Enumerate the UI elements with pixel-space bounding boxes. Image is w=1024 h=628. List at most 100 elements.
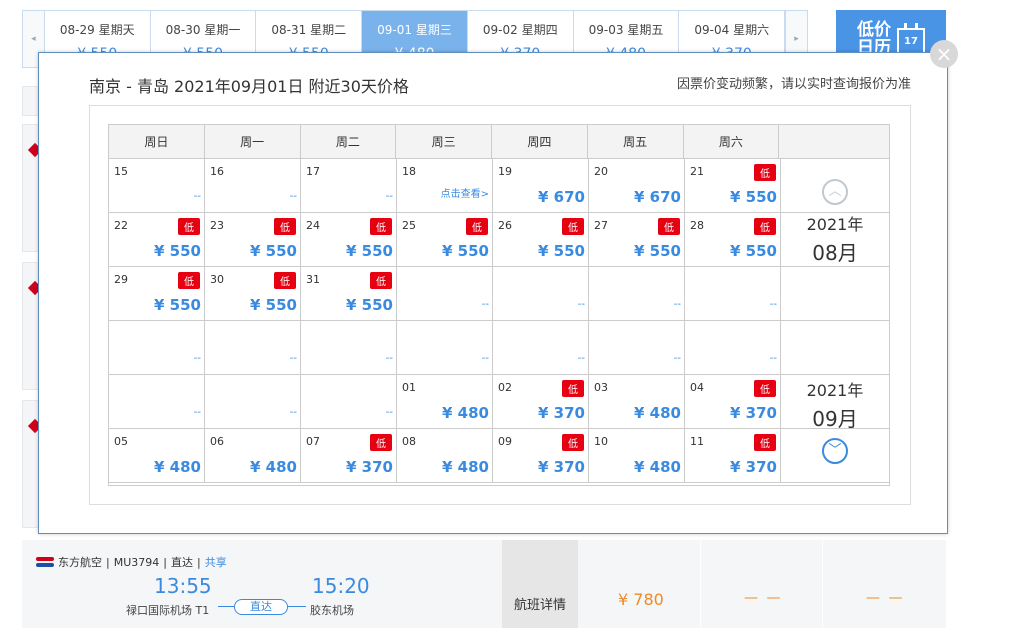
- calendar-day-cell[interactable]: 25 低 ¥ 550: [397, 213, 493, 266]
- calendar-day-cell[interactable]: 11 低 ¥ 370: [685, 429, 781, 482]
- date-tab-label: 08-29 星期天: [59, 23, 135, 37]
- calendar-day-cell: --: [109, 375, 205, 428]
- day-price[interactable]: ¥ 550: [154, 242, 201, 260]
- day-price[interactable]: ¥ 370: [346, 458, 393, 476]
- calendar-day-cell[interactable]: 19 ¥ 670: [493, 159, 589, 212]
- calendar-day-cell[interactable]: 31 低 ¥ 550: [301, 267, 397, 320]
- day-price[interactable]: ¥ 550: [346, 296, 393, 314]
- calendar-day-cell[interactable]: 27 低 ¥ 550: [589, 213, 685, 266]
- no-price-dash: --: [769, 299, 777, 310]
- day-price[interactable]: ¥ 370: [730, 458, 777, 476]
- no-price-dash: --: [193, 407, 201, 418]
- china-eastern-logo-icon: [36, 556, 54, 568]
- flight-number: MU3794: [113, 555, 160, 569]
- flight-details-button[interactable]: 航班详情: [502, 540, 578, 628]
- day-price[interactable]: ¥ 670: [538, 188, 585, 206]
- calendar-day-cell: --: [301, 375, 397, 428]
- calendar-day-cell[interactable]: 04 低 ¥ 370: [685, 375, 781, 428]
- no-price-dash: --: [481, 353, 489, 364]
- day-price[interactable]: ¥ 550: [730, 242, 777, 260]
- low-price-badge: 低: [658, 218, 680, 235]
- calendar-day-cell[interactable]: 28 低 ¥ 550: [685, 213, 781, 266]
- month-label: 09月: [812, 407, 858, 431]
- day-price[interactable]: ¥ 370: [538, 458, 585, 476]
- low-price-badge: 低: [754, 380, 776, 397]
- calendar-day-cell[interactable]: 10 ¥ 480: [589, 429, 685, 482]
- month-down-arrow-icon[interactable]: ﹀: [822, 438, 848, 464]
- calendar-day-cell[interactable]: 02 低 ¥ 370: [493, 375, 589, 428]
- day-price[interactable]: ¥ 480: [442, 404, 489, 422]
- calendar-day-cell[interactable]: 22 低 ¥ 550: [109, 213, 205, 266]
- no-price-dash: --: [769, 353, 777, 364]
- no-price-dash: --: [289, 191, 297, 202]
- close-icon[interactable]: ×: [930, 40, 958, 68]
- calendar-day-cell[interactable]: 08 ¥ 480: [397, 429, 493, 482]
- flight-type: 直达: [170, 556, 193, 569]
- calendar-day-cell[interactable]: 07 低 ¥ 370: [301, 429, 397, 482]
- day-price[interactable]: ¥ 370: [538, 404, 585, 422]
- day-price[interactable]: ¥ 550: [250, 296, 297, 314]
- low-price-badge: 低: [562, 218, 584, 235]
- day-number: 23: [210, 219, 224, 232]
- calendar-week-row: -- -- -- -- -- -- --: [109, 321, 889, 375]
- no-price-dash: --: [385, 407, 393, 418]
- month-year: 2021年: [806, 381, 864, 400]
- day-price[interactable]: ¥ 550: [442, 242, 489, 260]
- day-price[interactable]: ¥ 550: [346, 242, 393, 260]
- calendar-day-cell[interactable]: 24 低 ¥ 550: [301, 213, 397, 266]
- calendar-day-cell: --: [589, 267, 685, 320]
- calendar-day-cell: --: [685, 321, 781, 374]
- flight-row: 东方航空 | MU3794 | 直达 | 共享 13:55 15:20 禄口国际…: [22, 540, 946, 628]
- modal-title: 南京 - 青岛 2021年09月01日 附近30天价格: [89, 77, 409, 96]
- day-price[interactable]: ¥ 480: [154, 458, 201, 476]
- calendar-day-cell[interactable]: 05 ¥ 480: [109, 429, 205, 482]
- low-price-badge: 低: [562, 380, 584, 397]
- day-price[interactable]: ¥ 480: [634, 404, 681, 422]
- day-price[interactable]: ¥ 550: [634, 242, 681, 260]
- day-price[interactable]: ¥ 480: [442, 458, 489, 476]
- calendar-day-cell[interactable]: 01 ¥ 480: [397, 375, 493, 428]
- day-price[interactable]: ¥ 550: [250, 242, 297, 260]
- calendar-day-cell: --: [109, 321, 205, 374]
- day-number: 06: [210, 435, 224, 448]
- calendar-day-cell[interactable]: 09 低 ¥ 370: [493, 429, 589, 482]
- calendar-day-cell[interactable]: 26 低 ¥ 550: [493, 213, 589, 266]
- calendar-day-cell[interactable]: 23 低 ¥ 550: [205, 213, 301, 266]
- calendar-day-cell[interactable]: 29 低 ¥ 550: [109, 267, 205, 320]
- departure-airport: 禄口国际机场 T1: [126, 604, 210, 617]
- calendar-week-row: 29 低 ¥ 550 30 低 ¥ 550 31 低 ¥ 550 -- -- -- --: [109, 267, 889, 321]
- calendar-day-cell[interactable]: 06 ¥ 480: [205, 429, 301, 482]
- no-price-dash: --: [385, 353, 393, 364]
- codeshare-link[interactable]: 共享: [205, 554, 227, 570]
- weekday-label: 周一: [205, 125, 301, 158]
- day-price[interactable]: ¥ 670: [634, 188, 681, 206]
- calendar-day-cell[interactable]: 21 低 ¥ 550: [685, 159, 781, 212]
- calendar-day-cell[interactable]: 18 点击查看>: [397, 159, 493, 212]
- low-price-badge: 低: [370, 434, 392, 451]
- check-price-link[interactable]: 点击查看>: [441, 185, 489, 200]
- day-price[interactable]: ¥ 550: [730, 188, 777, 206]
- day-price[interactable]: ¥ 480: [634, 458, 681, 476]
- day-price[interactable]: ¥ 550: [154, 296, 201, 314]
- calendar-week-row: 22 低 ¥ 550 23 低 ¥ 550 24 低 ¥ 550 25 低 ¥ 550 26 低 ¥ 550…: [109, 213, 889, 267]
- calendar-day-cell: --: [205, 321, 301, 374]
- calendar-day-cell[interactable]: 30 低 ¥ 550: [205, 267, 301, 320]
- day-number: 16: [210, 165, 224, 178]
- calendar-grid: 周日 周一 周二 周三 周四 周五 周六 15 -- 16 -- 17 -- 18 点击查看>…: [108, 124, 890, 486]
- calendar-day-cell: --: [301, 321, 397, 374]
- low-price-badge: 低: [370, 218, 392, 235]
- calendar-day-cell: --: [493, 267, 589, 320]
- calendar-day-cell[interactable]: 03 ¥ 480: [589, 375, 685, 428]
- calendar-day-cell: --: [397, 321, 493, 374]
- calendar-day-cell[interactable]: 20 ¥ 670: [589, 159, 685, 212]
- day-price[interactable]: ¥ 480: [250, 458, 297, 476]
- calendar-day-cell: --: [205, 375, 301, 428]
- day-price[interactable]: ¥ 370: [730, 404, 777, 422]
- day-number: 15: [114, 165, 128, 178]
- calendar-day-cell: 17 --: [301, 159, 397, 212]
- day-number: 10: [594, 435, 608, 448]
- month-up-arrow-icon[interactable]: ︿: [822, 179, 848, 205]
- day-price[interactable]: ¥ 550: [538, 242, 585, 260]
- economy-price[interactable]: ¥ 780: [618, 590, 664, 609]
- no-price-dash: --: [673, 299, 681, 310]
